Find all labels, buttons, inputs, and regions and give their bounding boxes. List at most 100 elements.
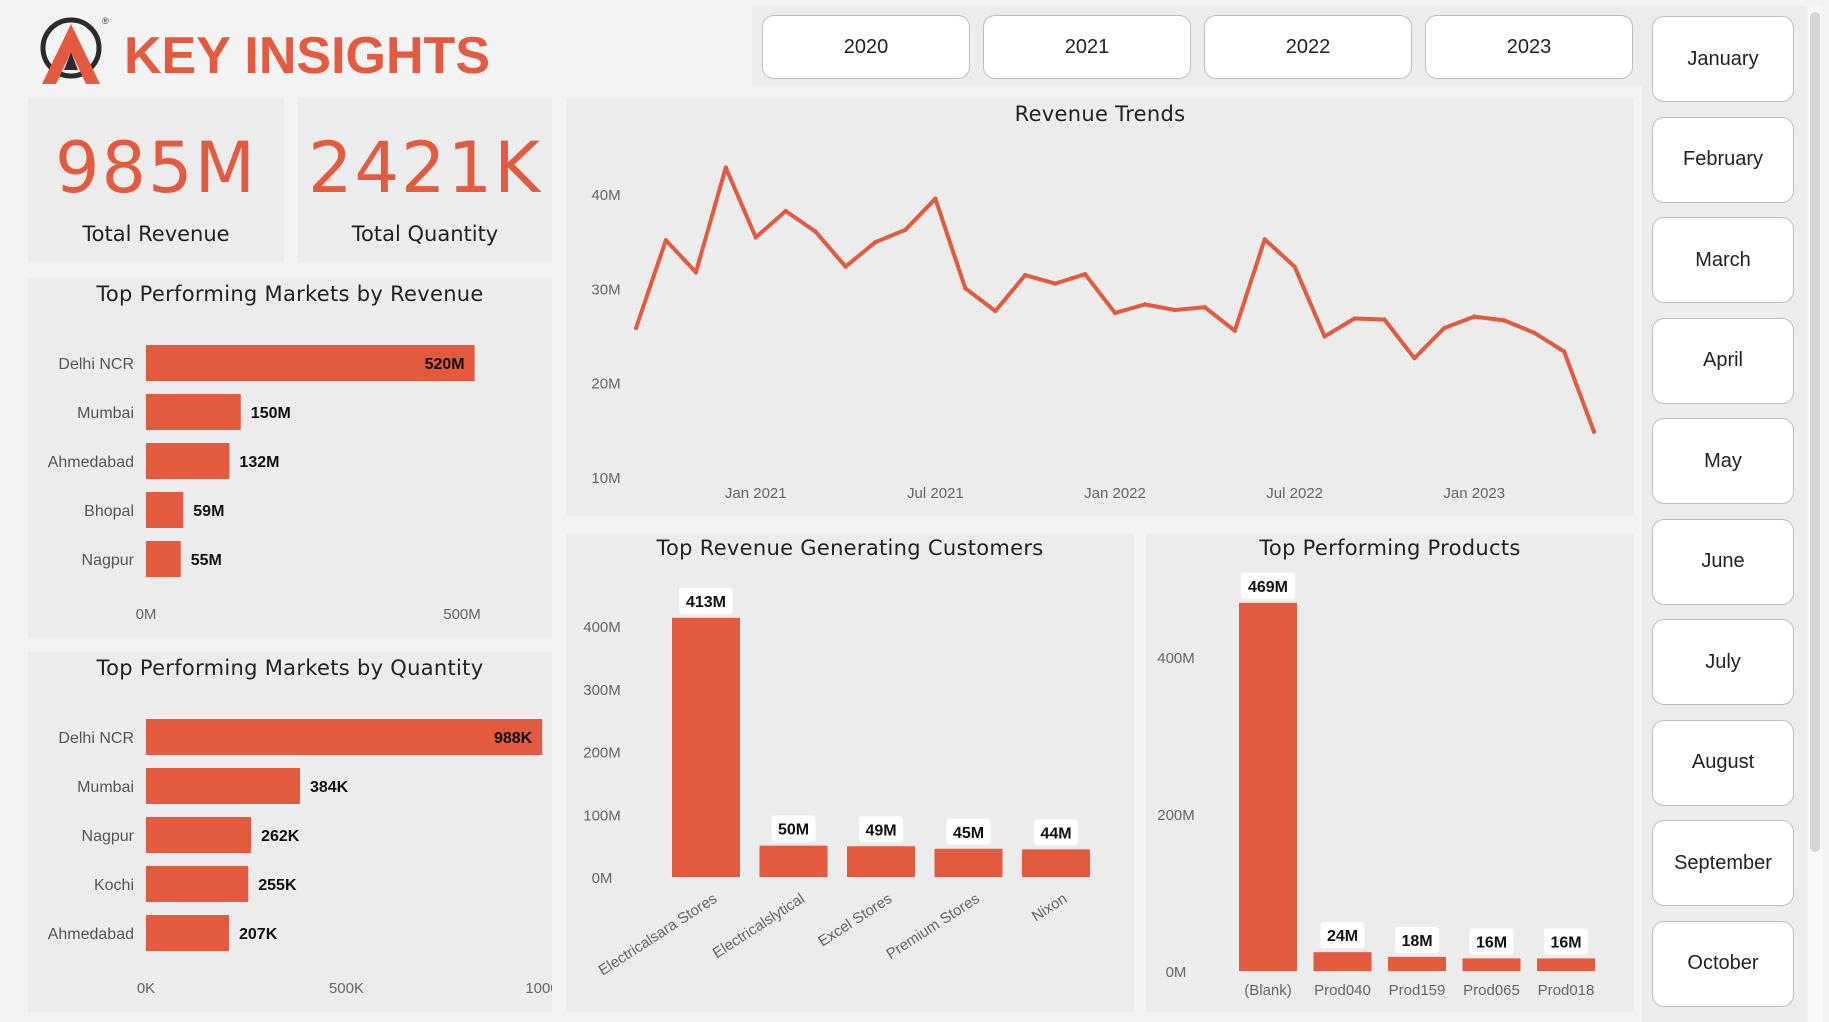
data-point	[1022, 272, 1028, 278]
markets-revenue-panel: Top Performing Markets by Revenue Delhi …	[28, 278, 552, 638]
category-label: Prod040	[1314, 982, 1371, 999]
bar	[1239, 602, 1297, 971]
total-revenue-value: 985M	[54, 127, 257, 209]
year-button-2022[interactable]: 2022	[1204, 15, 1412, 79]
data-label: 45M	[953, 825, 984, 842]
category-label: Prod018	[1538, 982, 1595, 999]
category-label: Ahmedabad	[48, 926, 134, 943]
category-label: Ahmedabad	[48, 454, 134, 471]
x-tick-label: Jan 2022	[1084, 485, 1146, 502]
revenue-trend-chart: 10M 20M 30M 40M Jan 2021 Jul 2021 Jan 2022 Jul …	[591, 165, 1597, 502]
data-point	[843, 264, 848, 269]
bar	[146, 443, 230, 479]
y-tick-label: 0M	[592, 870, 613, 887]
data-point	[963, 286, 968, 291]
brand-title: KEY INSIGHTS	[124, 27, 491, 85]
data-point	[783, 208, 788, 214]
data-label: 150M	[251, 405, 291, 422]
x-tick-label: 1000K	[525, 980, 552, 997]
total-revenue-label: Total Revenue	[82, 222, 230, 246]
category-label: Electricalsara Stores	[596, 890, 721, 979]
data-point	[1591, 429, 1597, 434]
data-point	[993, 308, 998, 314]
month-button-january[interactable]: January	[1652, 16, 1794, 102]
markets-quantity-panel: Top Performing Markets by Quantity Delhi…	[28, 652, 552, 1012]
category-label: Nixon	[1029, 890, 1070, 925]
year-button-2020[interactable]: 2020	[762, 15, 970, 79]
y-tick-label: 10M	[591, 470, 620, 487]
bar	[672, 617, 740, 877]
data-label: 132M	[239, 454, 279, 471]
data-point	[1202, 305, 1208, 310]
y-tick-label: 20M	[591, 376, 620, 393]
data-label: 18M	[1401, 933, 1432, 950]
month-button-march[interactable]: March	[1652, 217, 1794, 303]
month-button-september[interactable]: September	[1652, 820, 1794, 906]
category-label: (Blank)	[1244, 982, 1292, 999]
month-button-april[interactable]: April	[1652, 317, 1794, 404]
y-tick-label: 200M	[1157, 807, 1195, 824]
bar	[1388, 956, 1446, 971]
bar	[146, 768, 300, 804]
data-point	[1442, 325, 1447, 331]
data-label: 384K	[310, 779, 349, 796]
data-label: 413M	[686, 594, 726, 611]
data-point	[1112, 310, 1118, 316]
bar	[146, 492, 184, 528]
total-quantity-label: Total Quantity	[351, 222, 499, 246]
data-label: 988K	[494, 730, 533, 747]
data-point	[753, 235, 758, 240]
data-label: 255K	[258, 877, 297, 894]
scrollbar-thumb[interactable]	[1810, 12, 1820, 852]
data-point	[1412, 355, 1417, 361]
year-button-2021[interactable]: 2021	[983, 15, 1191, 79]
products-chart: 0M 200M 400M 469M (Blank) 24M Prod040 18M Prod15…	[1157, 572, 1595, 999]
bar	[146, 817, 252, 853]
month-button-june[interactable]: June	[1652, 518, 1794, 605]
month-button-may[interactable]: May	[1652, 418, 1794, 504]
data-label: 49M	[865, 822, 896, 839]
data-point	[723, 165, 729, 170]
data-label: 16M	[1550, 934, 1581, 951]
revenue-trend-panel: Revenue Trends 10M 20M 30M 40M Jan 2021 Jul 2…	[566, 98, 1634, 516]
data-point	[813, 229, 818, 234]
month-button-july[interactable]: July	[1652, 619, 1794, 705]
data-point	[1142, 302, 1148, 307]
data-label: 16M	[1476, 934, 1507, 951]
data-point	[1382, 317, 1387, 322]
y-tick-label: 300M	[583, 682, 621, 699]
data-label: 24M	[1327, 928, 1358, 945]
y-tick-label: 30M	[591, 281, 620, 298]
bar	[1313, 952, 1372, 971]
bar	[847, 846, 915, 877]
category-label: Prod159	[1389, 982, 1446, 999]
bar	[146, 394, 241, 430]
data-point	[1082, 271, 1088, 277]
data-point	[1292, 264, 1297, 269]
markets-quantity-chart: Delhi NCR 988K Mumbai 384K Nagpur 262K Kochi 25…	[48, 719, 552, 997]
svg-text:®: ®	[102, 16, 109, 26]
category-label: Prod065	[1463, 982, 1520, 999]
data-point	[1472, 314, 1477, 319]
y-tick-label: 400M	[583, 619, 621, 636]
data-point	[1232, 328, 1237, 333]
category-label: Mumbai	[77, 405, 134, 422]
y-tick-label: 0M	[1166, 964, 1187, 981]
x-tick-label: Jul 2021	[907, 485, 964, 502]
data-point	[693, 270, 699, 275]
logo-icon: ®	[40, 16, 109, 84]
data-point	[1262, 237, 1267, 242]
data-point	[1172, 307, 1178, 313]
category-label: Kochi	[94, 877, 134, 894]
month-button-august[interactable]: August	[1652, 719, 1794, 806]
data-point	[663, 238, 669, 243]
y-tick-label: 100M	[583, 807, 621, 824]
month-button-february[interactable]: February	[1652, 116, 1794, 203]
category-label: Bhopal	[84, 503, 134, 520]
data-point	[1352, 316, 1357, 321]
data-label: 207K	[239, 926, 278, 943]
category-label: Electricalslytical	[710, 890, 808, 962]
x-tick-label: 0M	[136, 606, 157, 623]
month-button-october[interactable]: October	[1652, 920, 1794, 1007]
year-button-2023[interactable]: 2023	[1425, 15, 1633, 79]
